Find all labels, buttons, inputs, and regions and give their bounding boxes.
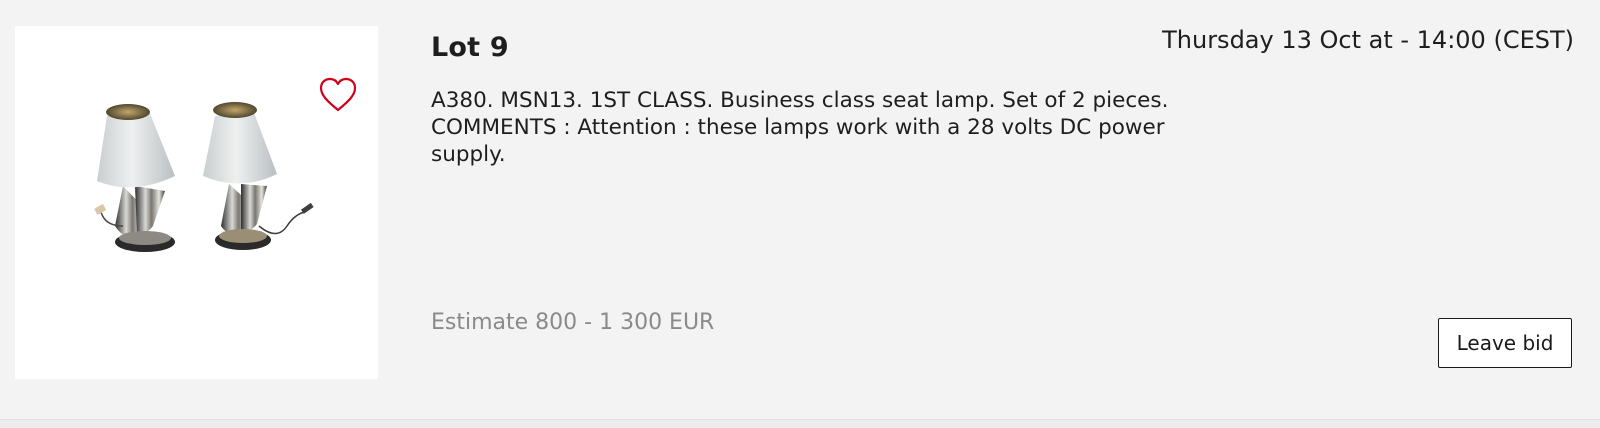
sale-date: Thursday 13 Oct at - 14:00 (CEST) [1162, 26, 1574, 54]
lot-description: A380. MSN13. 1ST CLASS. Business class s… [431, 88, 1169, 167]
lot-image[interactable] [15, 26, 378, 379]
lot-title[interactable]: Lot 9 [431, 32, 509, 63]
heart-icon[interactable] [319, 77, 357, 113]
leave-bid-button[interactable]: Leave bid [1438, 318, 1572, 368]
estimate-text: Estimate 800 - 1 300 EUR [431, 310, 715, 335]
